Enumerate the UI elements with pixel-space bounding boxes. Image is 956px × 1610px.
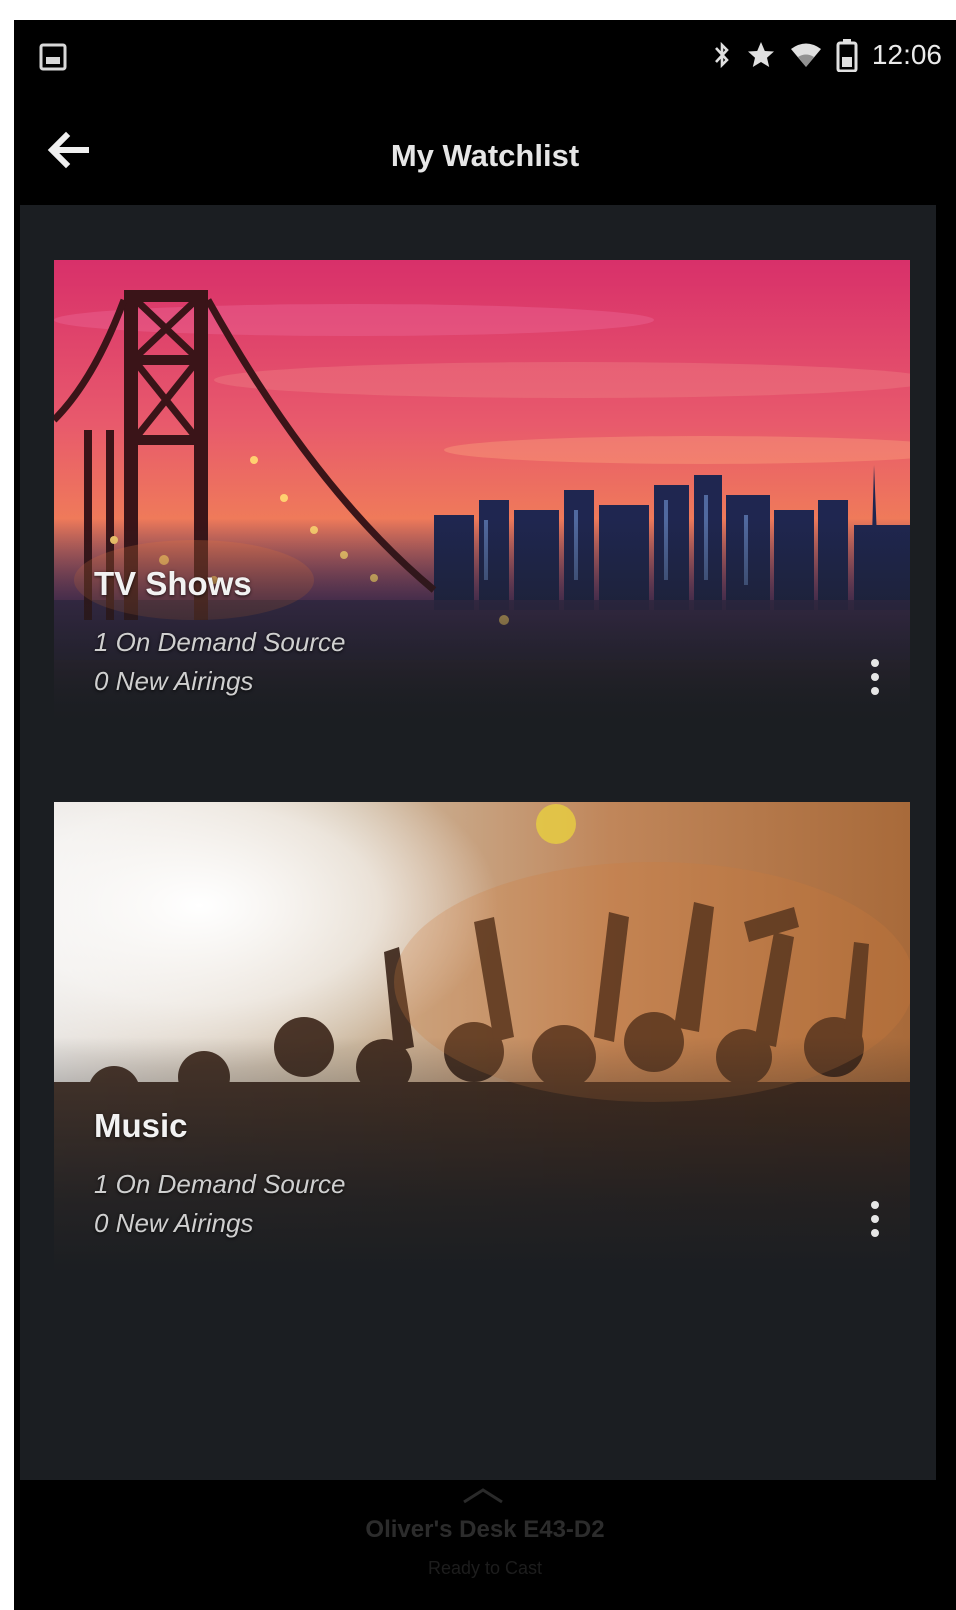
more-vertical-icon — [871, 659, 879, 667]
chevron-up-icon[interactable] — [460, 1484, 506, 1506]
watchlist-content: TV Shows 1 On Demand Source 0 New Airing… — [20, 205, 936, 1480]
bridge-city-sunset-image — [54, 260, 910, 730]
phone-screen: 12:06 My Watchlist TV Shows 1 On Demand … — [14, 20, 956, 1610]
status-bar: 12:06 — [14, 20, 956, 90]
watchlist-card-music[interactable]: Music 1 On Demand Source 0 New Airings — [54, 802, 910, 1272]
new-airings-count: 0 New Airings — [94, 666, 254, 696]
page-title: My Watchlist — [390, 138, 580, 173]
cast-device-name: Oliver's Desk E43-D2 — [365, 1516, 605, 1543]
watchlist-card-tv-shows[interactable]: TV Shows 1 On Demand Source 0 New Airing… — [54, 260, 910, 730]
app-bar: My Watchlist — [14, 90, 956, 200]
clock: 12:06 — [871, 39, 942, 70]
status-icons: 12:06 — [712, 32, 942, 78]
card-title: Music — [94, 1107, 188, 1144]
new-airings-count: 0 New Airings — [94, 1208, 254, 1238]
on-demand-source-count: 1 On Demand Source — [94, 1169, 346, 1199]
cast-device-status: Ready to Cast — [427, 1558, 543, 1578]
battery-icon — [836, 39, 858, 72]
bluetooth-icon — [714, 41, 729, 69]
concert-crowd-image — [54, 802, 910, 1272]
cast-device-bar[interactable]: Oliver's Desk E43-D2 Ready to Cast — [14, 1480, 956, 1610]
wifi-icon — [790, 43, 821, 67]
image-notification-icon — [39, 43, 67, 71]
card-title: TV Shows — [94, 565, 252, 602]
on-demand-source-count: 1 On Demand Source — [94, 627, 346, 657]
star-icon — [747, 42, 774, 67]
more-vertical-icon — [871, 1201, 879, 1209]
card-menu-button[interactable] — [860, 652, 890, 702]
card-menu-button[interactable] — [860, 1194, 890, 1244]
